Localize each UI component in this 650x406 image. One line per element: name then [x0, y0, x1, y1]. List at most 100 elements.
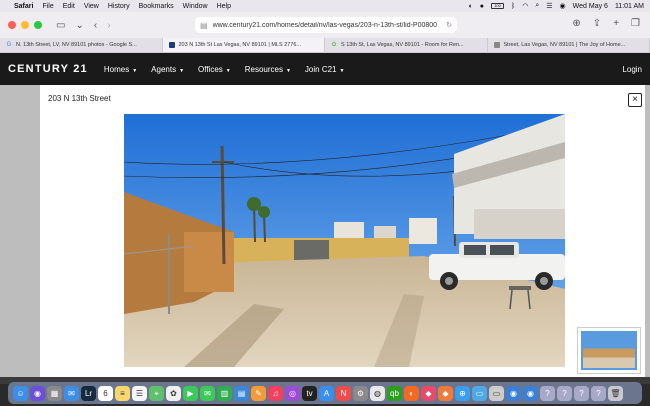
tv-icon[interactable]: tv [302, 385, 317, 401]
roomies-icon: ✿ [331, 42, 337, 48]
caret-down-icon: ▼ [339, 67, 345, 74]
keynote-icon[interactable]: ▤ [234, 385, 249, 401]
share-icon[interactable]: ⇪ [593, 18, 601, 29]
app-icon[interactable]: ◆ [421, 385, 436, 401]
quickbooks-icon[interactable]: qb [387, 385, 402, 401]
property-photo-image [124, 114, 565, 367]
address-bar[interactable]: ▤ www.century21.com/homes/detail/nv/las-… [195, 17, 457, 33]
spotlight-icon[interactable]: ⌕ [535, 2, 539, 10]
settings-icon[interactable]: ⚙ [353, 385, 368, 401]
modal-title: 203 N 13th Street [48, 94, 111, 103]
bluetooth-icon[interactable]: ᛒ [511, 3, 515, 10]
launchpad-icon[interactable]: ▦ [47, 385, 62, 401]
help3-icon[interactable]: ? [574, 385, 589, 401]
facetime-icon[interactable]: ▶ [183, 385, 198, 401]
caret-down-icon: ▼ [179, 67, 185, 74]
site-navigation: CENTURY 21 Homes ▼ Agents ▼ Offices ▼ Resou… [0, 53, 650, 85]
menu-app[interactable]: Safari [14, 3, 33, 10]
maps-icon[interactable]: ⌖ [149, 385, 164, 401]
pages-icon[interactable]: ✎ [251, 385, 266, 401]
macos-dock: ☺ ◉ ▦ ✉ Lr 6 ≡ ☰ ⌖ ✿ ▶ ✉ ▥ ▤ ✎ ♫ ◎ tv A N ⚙ ◍ qb ◐ ◆ ◆ ⊕ ▭ ▭ ◉ ◉???? 🗑 [8, 382, 642, 404]
record-icon[interactable]: ● [480, 3, 484, 10]
close-window-button[interactable] [8, 21, 16, 29]
menu-history[interactable]: History [108, 3, 130, 10]
nav-join-c21[interactable]: Join C21 ▼ [305, 65, 345, 74]
globe2-icon[interactable]: ◉ [523, 385, 538, 401]
download-icon[interactable]: ⊕ [572, 18, 580, 29]
battery-icon[interactable]: 100 [491, 3, 505, 9]
menu-file[interactable]: File [42, 3, 53, 10]
forward-icon[interactable]: › [107, 20, 110, 31]
control-center-icon[interactable]: ☰ [546, 2, 552, 10]
podcasts-icon[interactable]: ◎ [285, 385, 300, 401]
menu-help[interactable]: Help [217, 3, 231, 10]
url-text[interactable]: www.century21.com/homes/detail/nv/las-ve… [213, 22, 443, 29]
siri-menubar-icon[interactable]: ◉ [560, 2, 566, 10]
close-modal-button[interactable]: × [628, 93, 642, 107]
tab-label: 203 N 13th St Las Vegas, NV 89101 | MLS … [178, 42, 302, 48]
reminders-icon[interactable]: ☰ [132, 385, 147, 401]
help4-icon[interactable]: ? [591, 385, 606, 401]
tab-roomies[interactable]: ✿ S 13th St, Las Vegas, NV 89101 - Room … [325, 38, 488, 52]
menubar-time[interactable]: 11:01 AM [615, 3, 644, 10]
reload-icon[interactable]: ↻ [446, 21, 452, 29]
thumbnail-image [581, 331, 637, 370]
messages-icon[interactable]: ✉ [200, 385, 215, 401]
page-icon: ▤ [200, 20, 208, 30]
caret-down-icon: ▼ [285, 67, 291, 74]
photo-thumbnail[interactable] [577, 327, 641, 374]
minimize-window-button[interactable] [21, 21, 29, 29]
news-icon[interactable]: N [336, 385, 351, 401]
help-icon[interactable]: ? [540, 385, 555, 401]
nav-agents[interactable]: Agents ▼ [151, 65, 184, 74]
page-backdrop-left [0, 85, 40, 377]
menu-edit[interactable]: Edit [63, 3, 75, 10]
mail-icon[interactable]: ✉ [64, 385, 79, 401]
safari-icon[interactable]: ⊕ [455, 385, 470, 401]
chrome-icon[interactable]: ◍ [370, 385, 385, 401]
photo-modal: 203 N 13th Street × [40, 85, 645, 377]
tab-overview-icon[interactable]: ❐ [631, 18, 640, 29]
menu-window[interactable]: Window [183, 3, 208, 10]
trash-icon[interactable]: 🗑 [608, 385, 623, 401]
menu-view[interactable]: View [84, 3, 99, 10]
back-icon[interactable]: ‹ [94, 20, 97, 31]
sidebar-icon[interactable]: ▭ [56, 20, 65, 31]
finder-icon[interactable]: ☺ [13, 385, 28, 401]
tab-century21[interactable]: 203 N 13th St Las Vegas, NV 89101 | MLS … [162, 38, 325, 52]
new-tab-icon[interactable]: + [613, 18, 619, 29]
caret-down-icon: ▼ [132, 67, 138, 74]
wifi-icon[interactable]: ◠ [522, 2, 528, 10]
app2-icon[interactable]: ◆ [438, 385, 453, 401]
nav-homes[interactable]: Homes ▼ [104, 65, 137, 74]
status-icon[interactable]: ◐ [469, 3, 473, 10]
help2-icon[interactable]: ? [557, 385, 572, 401]
menubar-date[interactable]: Wed May 6 [573, 3, 608, 10]
globe-icon[interactable]: ◉ [506, 385, 521, 401]
chevron-down-icon[interactable]: ⌄ [75, 20, 83, 31]
login-link[interactable]: Login [622, 65, 642, 74]
numbers-icon[interactable]: ▥ [217, 385, 232, 401]
tab-joy-of-home[interactable]: Street, Las Vegas, NV 89101 | The Joy of… [488, 38, 650, 52]
nav-offices[interactable]: Offices ▼ [198, 65, 231, 74]
menu-bookmarks[interactable]: Bookmarks [139, 3, 174, 10]
app3-icon[interactable]: ▭ [489, 385, 504, 401]
safari-toolbar: ▭ ⌄ ‹ › ▤ www.century21.com/homes/detail… [0, 12, 650, 38]
screen-icon[interactable]: ▭ [472, 385, 487, 401]
calendar-icon[interactable]: 6 [98, 385, 113, 401]
lightroom-icon[interactable]: Lr [81, 385, 96, 401]
music-icon[interactable]: ♫ [268, 385, 283, 401]
google-icon: G [6, 42, 12, 48]
tab-google[interactable]: G N. 13th Street, LV, NV 89101 photos - … [0, 38, 163, 52]
zoom-window-button[interactable] [34, 21, 42, 29]
tab-label: N. 13th Street, LV, NV 89101 photos - Go… [16, 42, 137, 48]
photos-icon[interactable]: ✿ [166, 385, 181, 401]
appstore-icon[interactable]: A [319, 385, 334, 401]
century21-logo[interactable]: CENTURY 21 [8, 63, 88, 75]
nav-resources[interactable]: Resources ▼ [245, 65, 291, 74]
siri-icon[interactable]: ◉ [30, 385, 45, 401]
property-photo[interactable] [124, 114, 565, 367]
firefox-icon[interactable]: ◐ [404, 385, 419, 401]
window-controls [8, 21, 42, 29]
notes-icon[interactable]: ≡ [115, 385, 130, 401]
